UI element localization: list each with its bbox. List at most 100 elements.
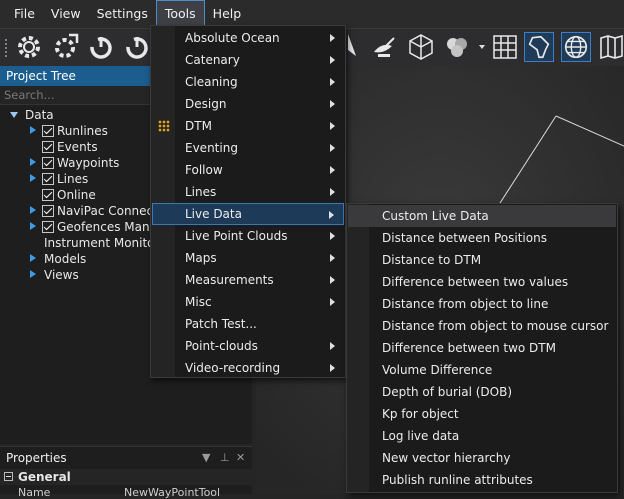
submenu-arrow-icon bbox=[330, 276, 335, 284]
tree-item-waypoints[interactable]: Waypoints bbox=[57, 155, 119, 171]
submenu-item-distance-object-to-line[interactable]: Distance from object to line bbox=[348, 293, 616, 315]
properties-group-general[interactable]: General bbox=[0, 469, 252, 485]
menu-item-absolute-ocean[interactable]: Absolute Ocean bbox=[152, 27, 344, 49]
pin-icon[interactable]: ⊥ bbox=[220, 447, 230, 469]
circles-icon[interactable] bbox=[442, 32, 472, 62]
menu-item-point-clouds[interactable]: Point-clouds bbox=[152, 335, 344, 357]
menu-item-patch-test[interactable]: Patch Test... bbox=[152, 313, 344, 335]
property-value[interactable]: NewWayPointTool bbox=[124, 486, 220, 499]
menu-item-video-recording[interactable]: Video-recording bbox=[152, 357, 344, 379]
close-icon[interactable]: ✕ bbox=[236, 447, 245, 469]
africa-map-icon[interactable] bbox=[524, 32, 554, 62]
checkbox[interactable] bbox=[42, 189, 54, 201]
gear-icon[interactable] bbox=[14, 32, 44, 62]
expand-icon[interactable] bbox=[30, 206, 36, 214]
submenu-arrow-icon bbox=[330, 188, 335, 196]
menu-item-lines[interactable]: Lines bbox=[152, 181, 344, 203]
expand-icon[interactable] bbox=[30, 158, 36, 166]
tree-item-lines[interactable]: Lines bbox=[57, 171, 88, 187]
submenu-item-kp-for-object[interactable]: Kp for object bbox=[348, 403, 616, 425]
menu-item-live-point-clouds[interactable]: Live Point Clouds bbox=[152, 225, 344, 247]
cube-icon[interactable] bbox=[406, 32, 436, 62]
expand-icon[interactable] bbox=[30, 222, 36, 230]
menu-item-misc[interactable]: Misc bbox=[152, 291, 344, 313]
menu-item-design[interactable]: Design bbox=[152, 93, 344, 115]
submenu-item-difference-two-dtm[interactable]: Difference between two DTM bbox=[348, 337, 616, 359]
expand-icon[interactable] bbox=[30, 126, 36, 134]
menu-item-label: Follow bbox=[185, 163, 223, 177]
submenu-item-custom-live-data[interactable]: Custom Live Data bbox=[348, 205, 616, 227]
submenu-arrow-icon bbox=[330, 100, 335, 108]
menu-item-cleaning[interactable]: Cleaning bbox=[152, 71, 344, 93]
submenu-item-distance-object-to-mouse[interactable]: Distance from object to mouse cursor bbox=[348, 315, 616, 337]
menu-settings[interactable]: Settings bbox=[89, 0, 156, 28]
menu-item-label: Design bbox=[185, 97, 227, 111]
menu-item-label: DTM bbox=[185, 119, 212, 133]
checkbox[interactable] bbox=[42, 125, 54, 137]
tree-item-runlines[interactable]: Runlines bbox=[57, 123, 108, 139]
tools-menu: Absolute Ocean Catenary Cleaning Design … bbox=[150, 25, 346, 378]
submenu-item-publish-runline-attributes[interactable]: Publish runline attributes bbox=[348, 469, 616, 491]
grid-icon[interactable] bbox=[490, 32, 520, 62]
checkbox[interactable] bbox=[42, 221, 54, 233]
submenu-item-distance-to-dtm[interactable]: Distance to DTM bbox=[348, 249, 616, 271]
menu-item-eventing[interactable]: Eventing bbox=[152, 137, 344, 159]
menu-item-live-data[interactable]: Live Data bbox=[152, 203, 344, 225]
menu-item-label: Patch Test... bbox=[185, 317, 257, 331]
tree-item-models[interactable]: Models bbox=[44, 251, 86, 267]
menu-item-dtm[interactable]: DTM bbox=[152, 115, 344, 137]
menu-tools[interactable]: Tools bbox=[155, 0, 205, 28]
menu-item-label: Eventing bbox=[185, 141, 238, 155]
menu-file[interactable]: File bbox=[0, 0, 43, 28]
menu-item-label: Point-clouds bbox=[185, 339, 258, 353]
submenu-arrow-icon bbox=[330, 342, 335, 350]
submenu-arrow-icon bbox=[329, 211, 334, 219]
submenu-item-distance-between-positions[interactable]: Distance between Positions bbox=[348, 227, 616, 249]
toolbar-grip[interactable] bbox=[4, 38, 8, 58]
globe-icon[interactable] bbox=[561, 32, 591, 62]
menu-view[interactable]: View bbox=[43, 0, 89, 28]
menu-item-label: Misc bbox=[185, 295, 212, 309]
tree-root-data[interactable]: Data bbox=[25, 107, 54, 123]
tree-item-instrument-monitor[interactable]: Instrument Monitor bbox=[44, 235, 159, 251]
book-map-icon[interactable] bbox=[598, 32, 624, 62]
menu-item-follow[interactable]: Follow bbox=[152, 159, 344, 181]
submenu-arrow-icon bbox=[330, 144, 335, 152]
submenu-arrow-icon bbox=[330, 56, 335, 64]
tree-item-views[interactable]: Views bbox=[44, 267, 79, 283]
gear-arrow-icon[interactable] bbox=[50, 32, 80, 62]
expand-icon[interactable] bbox=[30, 254, 36, 262]
menu-item-label: Lines bbox=[185, 185, 217, 199]
tree-item-events[interactable]: Events bbox=[57, 139, 98, 155]
expand-icon[interactable] bbox=[10, 112, 18, 118]
menu-item-label: Absolute Ocean bbox=[185, 31, 280, 45]
submenu-item-difference-between-two-values[interactable]: Difference between two values bbox=[348, 271, 616, 293]
properties-row-name[interactable]: Name NewWayPointTool bbox=[0, 485, 252, 499]
collapse-icon[interactable] bbox=[4, 472, 13, 481]
power-gear-icon[interactable] bbox=[122, 32, 152, 62]
checkbox[interactable] bbox=[42, 157, 54, 169]
menu-item-maps[interactable]: Maps bbox=[152, 247, 344, 269]
dropdown-icon[interactable]: ▼ bbox=[202, 447, 210, 469]
submenu-arrow-icon bbox=[330, 78, 335, 86]
submenu-arrow-icon bbox=[330, 232, 335, 240]
power-gear-icon[interactable] bbox=[86, 32, 116, 62]
menu-item-label: Catenary bbox=[185, 53, 240, 67]
expand-icon[interactable] bbox=[30, 270, 36, 278]
submenu-item-volume-difference[interactable]: Volume Difference bbox=[348, 359, 616, 381]
menu-item-catenary[interactable]: Catenary bbox=[152, 49, 344, 71]
submenu-item-depth-of-burial[interactable]: Depth of burial (DOB) bbox=[348, 381, 616, 403]
checkbox[interactable] bbox=[42, 173, 54, 185]
submenu-item-new-vector-hierarchy[interactable]: New vector hierarchy bbox=[348, 447, 616, 469]
tree-item-online[interactable]: Online bbox=[57, 187, 96, 203]
menu-help[interactable]: Help bbox=[205, 0, 250, 28]
submenu-item-log-live-data[interactable]: Log live data bbox=[348, 425, 616, 447]
checkbox[interactable] bbox=[42, 205, 54, 217]
expand-icon[interactable] bbox=[30, 174, 36, 182]
checkbox[interactable] bbox=[42, 141, 54, 153]
satellite-dish-icon[interactable] bbox=[370, 32, 400, 62]
menu-item-label: Maps bbox=[185, 251, 217, 265]
chevron-down-icon[interactable] bbox=[479, 45, 485, 49]
menu-item-measurements[interactable]: Measurements bbox=[152, 269, 344, 291]
properties-panel: Properties ▼ ⊥ ✕ General Name NewWayPoin… bbox=[0, 446, 252, 499]
